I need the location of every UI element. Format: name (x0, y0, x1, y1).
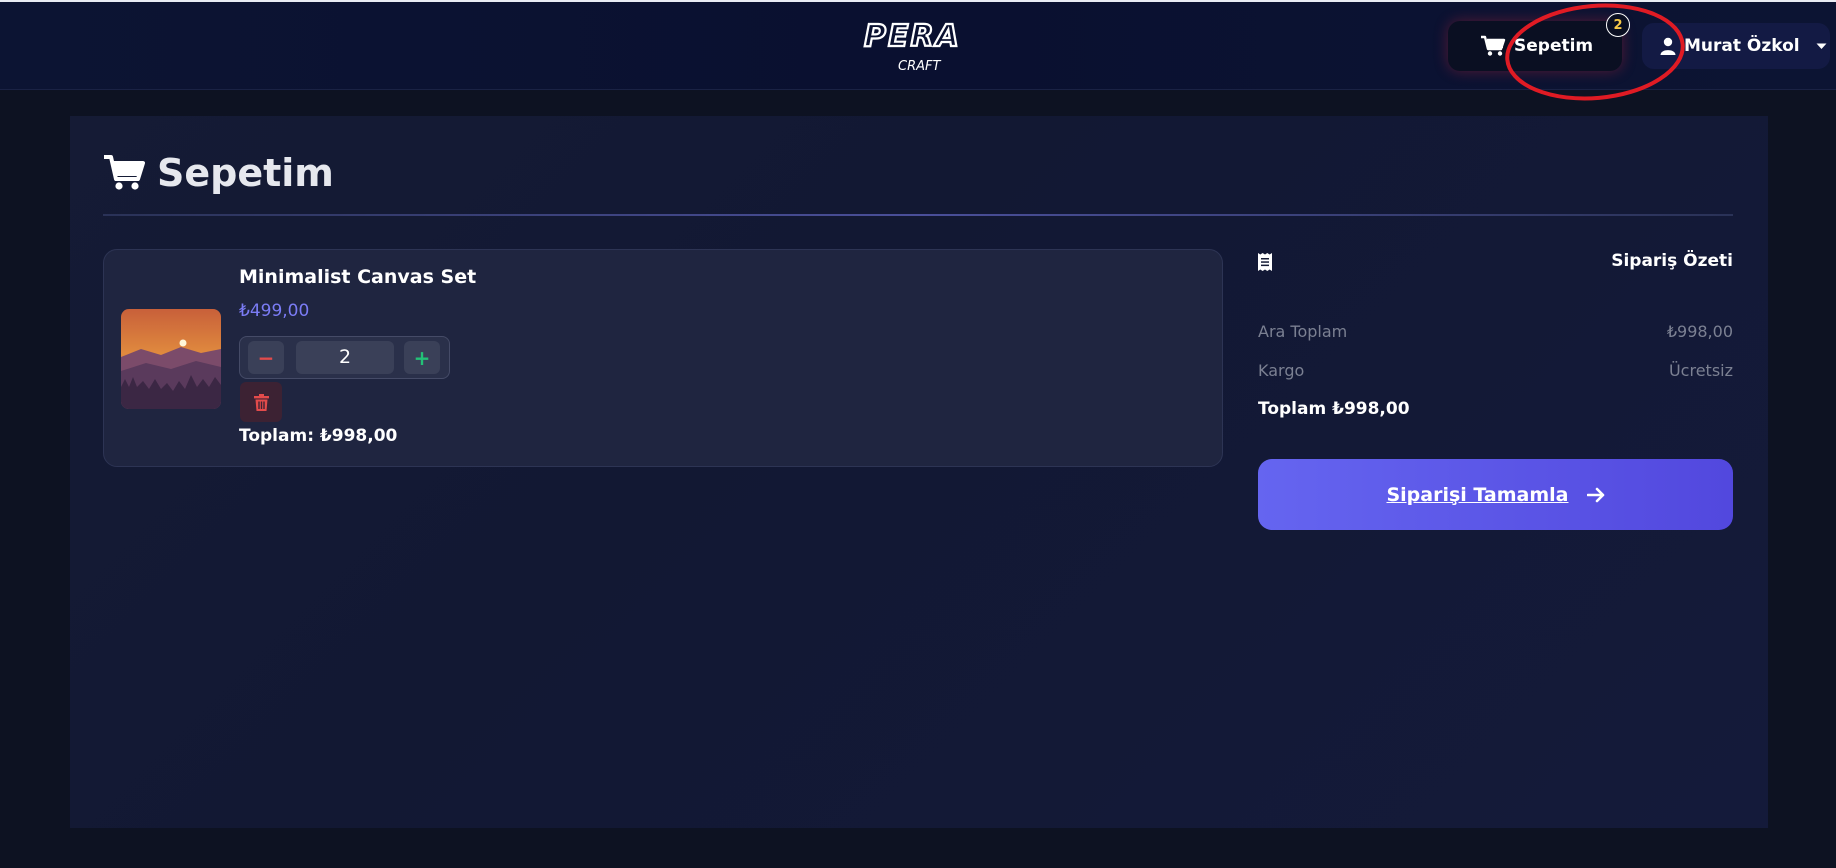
checkout-button-label: Siparişi Tamamla (1386, 483, 1569, 506)
page-title: Sepetim (103, 148, 334, 198)
cart-item-card: Minimalist Canvas Set ₺499,00 − 2 + Topl… (103, 249, 1223, 467)
order-summary-title: Sipariş Özeti (1611, 251, 1733, 271)
decrease-quantity-button[interactable]: − (248, 341, 284, 374)
quantity-stepper: − 2 + (239, 336, 450, 379)
brand-logo[interactable]: PERA CRAFT (860, 16, 972, 76)
product-thumbnail[interactable] (121, 309, 221, 409)
product-name[interactable]: Minimalist Canvas Set (239, 266, 476, 288)
arrow-right-icon (1586, 487, 1604, 502)
cart-count-badge: 2 (1606, 13, 1630, 37)
top-navbar: PERA CRAFT Sepetim 2 Murat Özkol (0, 0, 1836, 90)
shipping-row: Kargo Ücretsiz (1258, 361, 1733, 380)
increase-quantity-button[interactable]: + (404, 341, 440, 374)
cart-button[interactable]: Sepetim (1448, 21, 1622, 71)
subtotal-value: ₺998,00 (1666, 322, 1733, 341)
cart-icon (104, 155, 145, 190)
page-title-text: Sepetim (157, 151, 334, 195)
user-name: Murat Özkol (1684, 36, 1800, 56)
checkout-button[interactable]: Siparişi Tamamla (1258, 459, 1733, 530)
subtotal-label: Ara Toplam (1258, 322, 1348, 341)
user-icon (1660, 37, 1676, 55)
order-total: Toplam ₺998,00 (1258, 399, 1410, 419)
svg-text:CRAFT: CRAFT (898, 59, 941, 74)
receipt-icon (1258, 253, 1272, 271)
chevron-down-icon (1816, 43, 1827, 49)
product-unit-price: ₺499,00 (239, 301, 310, 321)
quantity-input[interactable]: 2 (296, 341, 394, 374)
cart-icon (1481, 35, 1506, 56)
user-menu-button[interactable]: Murat Özkol (1642, 23, 1830, 69)
cart-button-label: Sepetim (1514, 36, 1594, 56)
trash-icon (253, 393, 269, 411)
remove-item-button[interactable] (240, 382, 282, 422)
subtotal-row: Ara Toplam ₺998,00 (1258, 322, 1733, 341)
svg-text:PERA: PERA (864, 19, 961, 54)
shipping-label: Kargo (1258, 361, 1305, 380)
shipping-value: Ücretsiz (1668, 361, 1733, 380)
title-divider (103, 214, 1733, 216)
item-total: Toplam: ₺998,00 (239, 426, 398, 446)
